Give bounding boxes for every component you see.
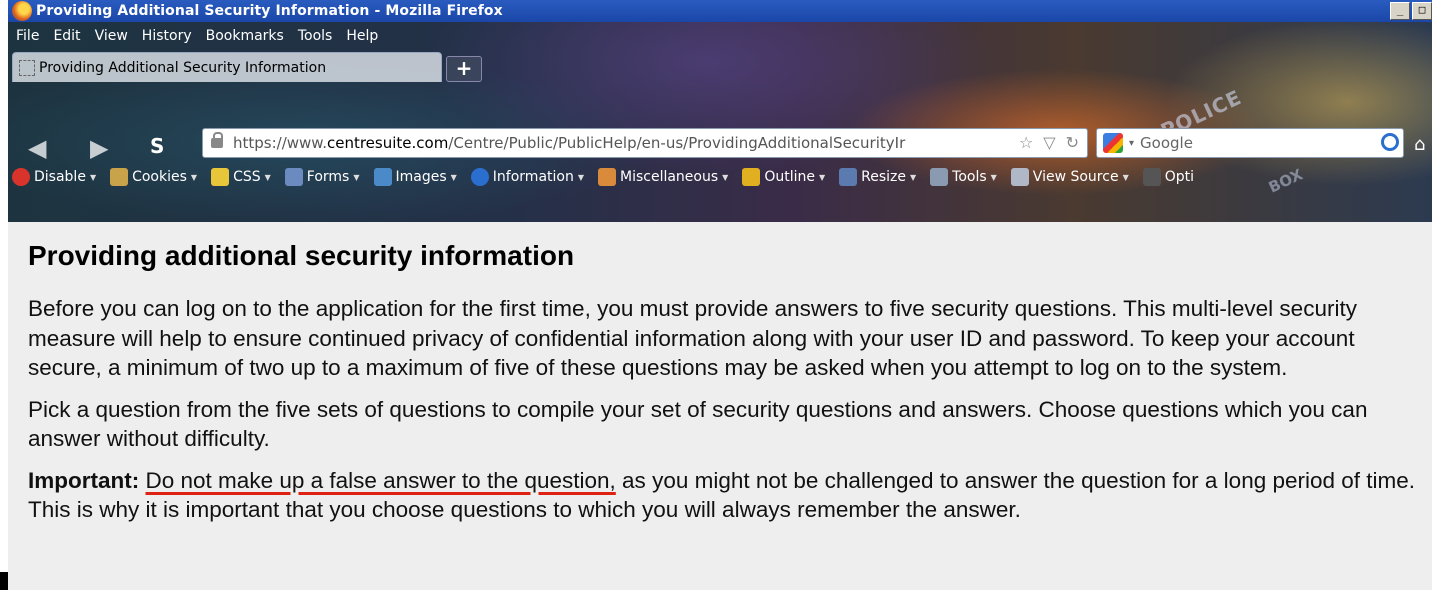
search-bar[interactable]: ▾ Google (1096, 128, 1404, 158)
minimize-button[interactable]: _ (1390, 2, 1410, 20)
window-title: Providing Additional Security Informatio… (36, 3, 503, 19)
page-content: Providing additional security informatio… (8, 222, 1432, 590)
options-icon (1142, 168, 1161, 186)
images-icon (373, 168, 392, 186)
url-path: /Centre/Public/PublicHelp/en-us/Providin… (448, 134, 906, 152)
tab-label: Providing Additional Security Informatio… (39, 59, 327, 76)
new-tab-button[interactable]: + (446, 56, 482, 82)
search-placeholder: Google (1140, 134, 1193, 152)
search-icon[interactable] (1381, 133, 1399, 151)
page-heading: Providing additional security informatio… (28, 240, 575, 271)
devbar-miscellaneous[interactable]: Miscellaneous ▼ (598, 168, 728, 186)
web-developer-toolbar: Disable ▼ Cookies ▼ CSS ▼ Forms ▼ Images ▼ In… (12, 168, 1194, 186)
lock-icon (211, 132, 223, 148)
back-arrow-icon[interactable]: ◀ (28, 134, 46, 162)
devbar-images[interactable]: Images ▼ (373, 168, 457, 186)
page-favicon-icon (19, 59, 35, 76)
menu-help[interactable]: Help (346, 28, 378, 44)
menu-bookmarks[interactable]: Bookmarks (206, 28, 284, 44)
left-edge-marker (0, 572, 8, 590)
devbar-resize[interactable]: Resize ▼ (839, 168, 916, 186)
google-logo-icon[interactable] (1103, 133, 1123, 153)
devbar-disable[interactable]: Disable ▼ (12, 168, 96, 186)
menu-edit[interactable]: Edit (53, 28, 80, 44)
devbar-css[interactable]: CSS ▼ (211, 168, 271, 186)
firefox-logo-icon (12, 1, 32, 21)
important-label: Important: (28, 467, 140, 493)
devbar-tools[interactable]: Tools ▼ (930, 168, 997, 186)
tools-icon (930, 168, 949, 186)
browser-window: Providing Additional Security Informatio… (8, 0, 1432, 590)
menu-history[interactable]: History (142, 28, 192, 44)
search-engine-dropdown-icon[interactable]: ▾ (1129, 138, 1134, 149)
maximize-button[interactable]: □ (1412, 2, 1432, 20)
menu-tools[interactable]: Tools (298, 28, 333, 44)
devbar-cookies[interactable]: Cookies ▼ (110, 168, 197, 186)
information-icon (470, 168, 489, 186)
css-icon (211, 168, 230, 186)
reload-icon[interactable]: ↻ (1066, 133, 1079, 152)
menu-file[interactable]: File (16, 28, 39, 44)
forms-icon (284, 168, 303, 186)
forward-arrow-icon[interactable]: ▶ (90, 134, 108, 162)
tab-active[interactable]: Providing Additional Security Informatio… (12, 52, 442, 82)
url-host: centresuite.com (326, 134, 449, 152)
devbar-forms[interactable]: Forms ▼ (284, 168, 360, 186)
intro-paragraph: Before you can log on to the application… (28, 296, 1357, 380)
cookies-icon (110, 168, 129, 186)
menu-view[interactable]: View (95, 28, 128, 44)
url-bar[interactable]: https://www. centresuite.com/Centre/Publi… (202, 128, 1088, 158)
resize-icon (839, 168, 858, 186)
disable-icon (12, 168, 30, 186)
outline-icon (742, 168, 761, 186)
s-button[interactable]: S (150, 134, 164, 158)
title-bar: Providing Additional Security Informatio… (8, 0, 1432, 22)
instruction-paragraph: Pick a question from the five sets of qu… (28, 396, 1368, 452)
home-icon[interactable]: ⌂ (1414, 134, 1425, 155)
history-dropdown-icon[interactable]: ▽ (1043, 133, 1055, 152)
theme-decoration-box: BOX (1265, 165, 1306, 197)
miscellaneous-icon (598, 168, 616, 186)
bookmark-star-icon[interactable]: ☆ (1019, 133, 1033, 152)
devbar-information[interactable]: Information ▼ (470, 168, 584, 186)
menu-bar: File Edit View History Bookmarks Tools H… (16, 28, 378, 44)
view-source-icon (1010, 168, 1029, 186)
devbar-view-source[interactable]: View Source ▼ (1010, 168, 1129, 186)
devbar-outline[interactable]: Outline ▼ (742, 168, 825, 186)
important-paragraph: Important: Do not make up a false answer… (28, 466, 1423, 525)
devbar-options[interactable]: Opti (1142, 168, 1194, 186)
url-prefix: https://www. (233, 134, 327, 152)
important-underlined-text: Do not make up a false answer to the que… (145, 467, 616, 493)
